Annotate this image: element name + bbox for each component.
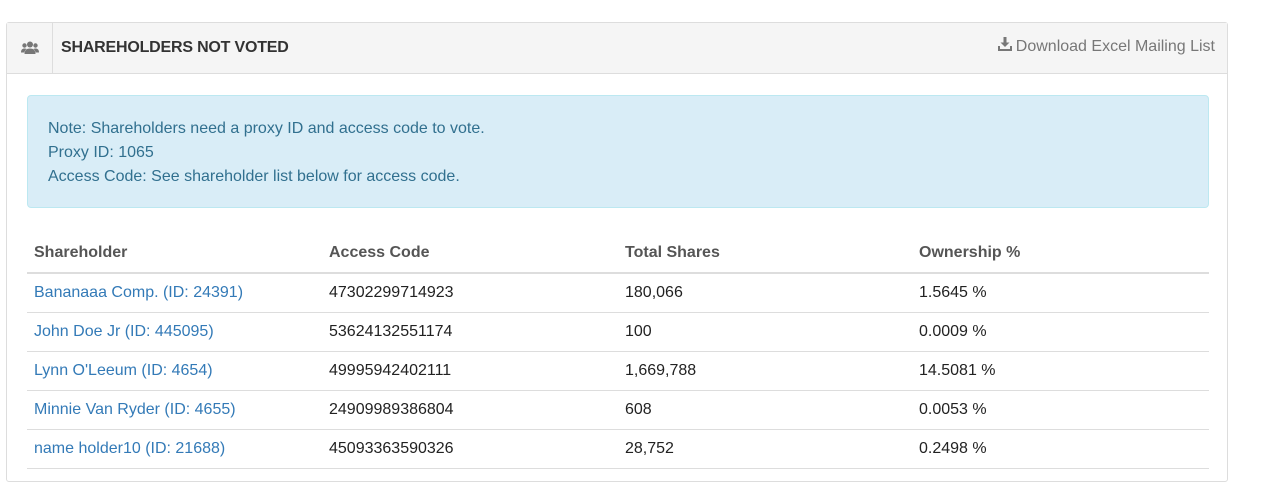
column-header-access-code: Access Code [322,233,618,274]
table-row: John Doe Jr (ID: 445095) 53624132551174 … [27,312,1209,352]
total-shares-cell: 180,066 [618,273,912,313]
column-header-total-shares: Total Shares [618,233,912,274]
shareholder-link[interactable]: name holder10 (ID: 21688) [34,440,225,457]
panel-heading: SHAREHOLDERS NOT VOTED Download Excel Ma… [7,23,1227,74]
table-row: Lynn O'Leeum (ID: 4654) 49995942402111 1… [27,351,1209,391]
column-header-ownership: Ownership % [912,233,1209,274]
column-header-shareholder: Shareholder [27,233,322,274]
shareholder-link[interactable]: Bananaaa Comp. (ID: 24391) [34,284,243,301]
access-code-line: Access Code: See shareholder list below … [48,168,460,185]
download-icon [997,37,1012,56]
shareholders-table: Shareholder Access Code Total Shares Own… [27,233,1209,469]
shareholder-link[interactable]: John Doe Jr (ID: 445095) [34,323,214,340]
ownership-cell: 0.0009 % [912,312,1209,352]
ownership-cell: 1.5645 % [912,273,1209,313]
shareholder-link[interactable]: Minnie Van Ryder (ID: 4655) [34,401,236,418]
shareholder-link[interactable]: Lynn O'Leeum (ID: 4654) [34,362,213,379]
access-code-cell: 53624132551174 [322,312,618,352]
ownership-cell: 0.0053 % [912,390,1209,430]
total-shares-cell: 100 [618,312,912,352]
users-icon [7,23,53,73]
table-row: Minnie Van Ryder (ID: 4655) 249099893868… [27,390,1209,430]
table-row: Bananaaa Comp. (ID: 24391) 4730229971492… [27,273,1209,313]
ownership-cell: 14.5081 % [912,351,1209,391]
proxy-id-line: Proxy ID: 1065 [48,144,154,161]
total-shares-cell: 608 [618,390,912,430]
total-shares-cell: 1,669,788 [618,351,912,391]
access-code-cell: 49995942402111 [322,351,618,391]
download-label: Download Excel Mailing List [1015,37,1215,55]
access-code-cell: 24909989386804 [322,390,618,430]
shareholders-not-voted-panel: SHAREHOLDERS NOT VOTED Download Excel Ma… [6,22,1228,482]
panel-title: SHAREHOLDERS NOT VOTED [61,39,289,56]
proxy-info-alert: Note: Shareholders need a proxy ID and a… [27,95,1209,208]
download-excel-mailing-list-link[interactable]: Download Excel Mailing List [997,37,1215,56]
note-line: Note: Shareholders need a proxy ID and a… [48,120,485,137]
table-header-row: Shareholder Access Code Total Shares Own… [27,233,1209,274]
access-code-cell: 47302299714923 [322,273,618,313]
